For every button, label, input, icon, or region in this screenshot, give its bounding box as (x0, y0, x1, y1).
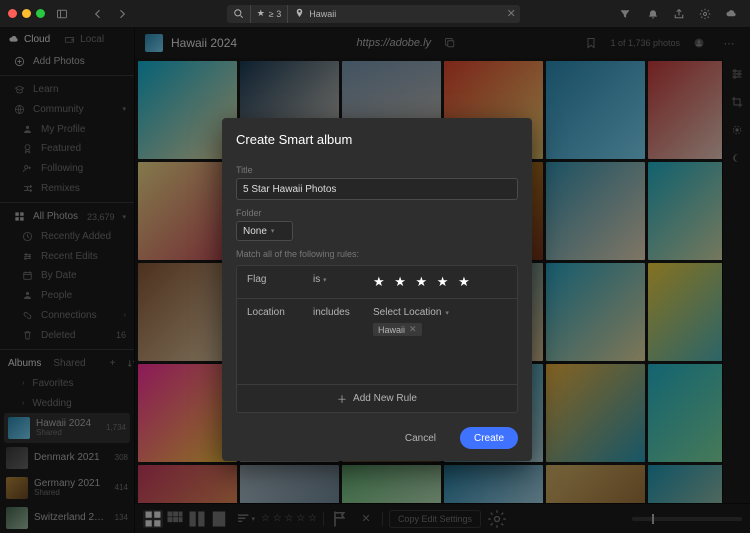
cloud-sync-icon[interactable] (720, 4, 742, 24)
remove-tag-button[interactable]: ✕ (409, 324, 417, 335)
chevron-down-icon: ▾ (323, 277, 327, 284)
search-filter-rating[interactable]: ★★ ≥ 3≥ 3 (250, 5, 288, 23)
search-input[interactable] (342, 5, 502, 23)
panel-toggle-icon[interactable] (51, 4, 73, 24)
create-smart-album-dialog: Create Smart album Title Folder None▾ Ma… (222, 118, 532, 461)
chevron-down-icon: ▾ (445, 309, 449, 317)
rule-row-location: Location includes Select Location ▾ Hawa… (237, 299, 517, 344)
window-minimize-icon[interactable] (22, 9, 31, 18)
rules-intro-label: Match all of the following rules: (236, 249, 518, 259)
create-button[interactable]: Create (460, 427, 518, 449)
rule-verb-select[interactable]: is ▾ (313, 274, 365, 285)
rule-verb: includes (313, 307, 365, 318)
location-tag: Hawaii✕ (373, 323, 422, 336)
pin-icon (294, 8, 305, 19)
nav-back-button[interactable] (87, 4, 109, 24)
star-icon: ★ (257, 8, 265, 19)
window-traffic-lights (8, 9, 45, 18)
rule-value-stars[interactable]: ★ ★ ★ ★ ★ (373, 274, 507, 290)
window-top-bar: ★★ ≥ 3≥ 3 Hawaii ✕ (0, 0, 750, 28)
search-clear-button[interactable]: ✕ (502, 5, 520, 23)
nav-forward-button[interactable] (111, 4, 133, 24)
search-filter-location[interactable]: Hawaii (287, 5, 342, 23)
search-bar[interactable]: ★★ ≥ 3≥ 3 Hawaii ✕ (227, 5, 521, 23)
chevron-down-icon: ▾ (271, 227, 275, 235)
window-zoom-icon[interactable] (36, 9, 45, 18)
search-icon-chip[interactable] (227, 5, 250, 23)
gear-icon[interactable] (694, 4, 716, 24)
window-close-icon[interactable] (8, 9, 17, 18)
title-field-label: Title (236, 165, 518, 175)
plus-icon: ＋ (337, 391, 347, 406)
dialog-title: Create Smart album (236, 132, 518, 147)
folder-select[interactable]: None▾ (236, 221, 293, 241)
rule-subject: Flag (247, 274, 305, 285)
filter-icon[interactable] (614, 4, 636, 24)
rule-subject: Location (247, 307, 305, 318)
rule-value-select[interactable]: Select Location ▾ (373, 307, 507, 318)
search-filter-location-label: Hawaii (309, 9, 336, 19)
folder-field-label: Folder (236, 208, 518, 218)
rule-row-flag: Flag is ▾ ★ ★ ★ ★ ★ (237, 266, 517, 298)
rules-list: Flag is ▾ ★ ★ ★ ★ ★ Location includes Se… (236, 265, 518, 413)
cancel-button[interactable]: Cancel (391, 427, 450, 449)
album-title-input[interactable] (236, 178, 518, 200)
add-rule-button[interactable]: ＋Add New Rule (237, 384, 517, 412)
share-icon[interactable] (668, 4, 690, 24)
notifications-icon[interactable] (642, 4, 664, 24)
